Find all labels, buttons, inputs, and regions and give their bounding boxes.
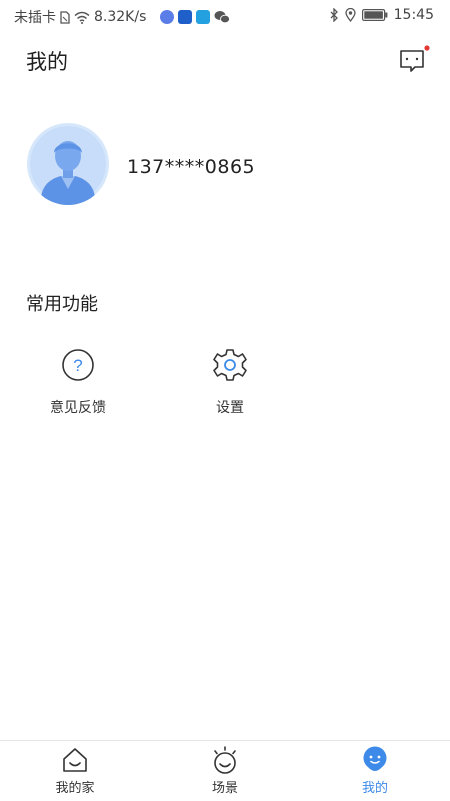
status-bar: 未插卡 8.32K/s 15:45 (0, 0, 450, 32)
tab-scenes-label: 场景 (211, 781, 238, 796)
unread-badge (424, 45, 430, 51)
music-app-icon (160, 10, 175, 24)
feedback-label: 意见反馈 (50, 400, 106, 416)
sim-icon (60, 10, 70, 24)
tab-scenes[interactable]: 场景 (175, 745, 275, 799)
status-left: 未插卡 8.32K/s (14, 7, 231, 27)
gear-icon (213, 349, 247, 381)
tab-my-home[interactable]: 我的家 (25, 745, 125, 799)
sun-face-icon (214, 746, 236, 774)
default-avatar-icon (30, 126, 106, 205)
network-speed-text: 8.32K/s (94, 9, 147, 25)
settings-label: 设置 (216, 400, 244, 416)
svg-text:?: ? (73, 356, 82, 375)
status-right: 15:45 (330, 7, 434, 23)
time-text: 15:45 (393, 7, 434, 23)
location-icon (344, 8, 356, 22)
message-button[interactable] (396, 44, 430, 76)
section-title-common-functions: 常用功能 (26, 294, 98, 315)
question-icon: ? (62, 349, 94, 381)
settings-item[interactable]: 设置 (180, 346, 280, 422)
wifi-icon (74, 11, 90, 24)
phone-number[interactable]: 137****0865 (127, 156, 255, 178)
avatar[interactable] (27, 123, 109, 205)
battery-icon (361, 9, 388, 21)
tab-mine-label: 我的 (361, 781, 388, 796)
bluetooth-icon (330, 8, 338, 22)
message-icon (400, 45, 430, 72)
bulb-app-icon (178, 10, 193, 24)
feedback-item[interactable]: ? 意见反馈 (28, 346, 128, 422)
home-face-icon (63, 748, 87, 772)
wechat-icon (214, 11, 231, 24)
tab-my-home-label: 我的家 (55, 781, 95, 796)
mascot-icon (363, 746, 387, 771)
search-app-icon (196, 10, 211, 24)
tab-mine[interactable]: 我的 (325, 745, 425, 799)
tab-bar: 我的家 场景 我的 (0, 740, 450, 801)
carrier-text: 未插卡 (14, 10, 56, 26)
page-title: 我的 (26, 50, 68, 74)
